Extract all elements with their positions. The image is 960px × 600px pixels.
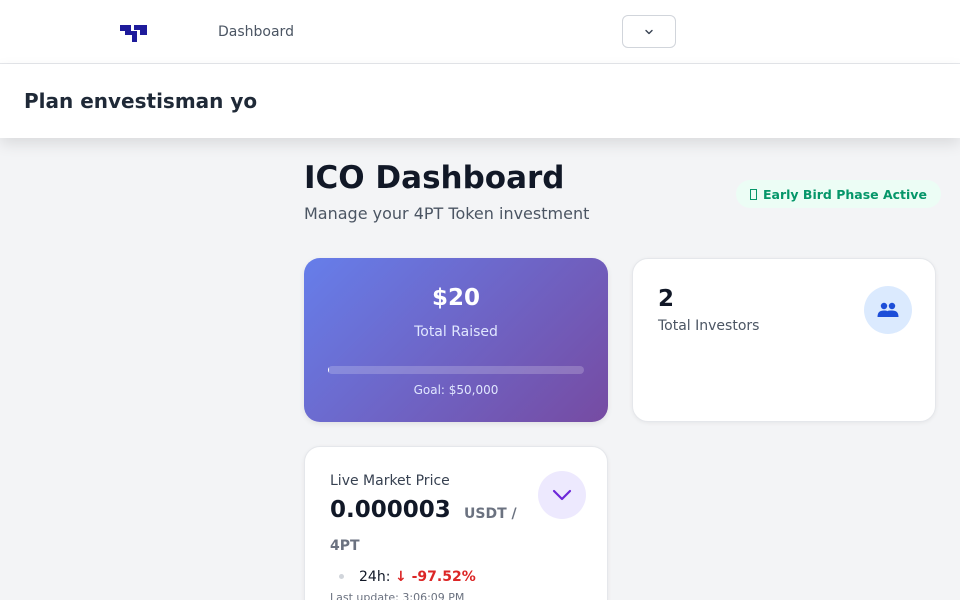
dashboard-subtitle: Manage your 4PT Token investment — [304, 204, 590, 223]
total-raised-card: $20 Total Raised Goal: $50,000 — [304, 258, 608, 422]
chevron-down-icon — [552, 489, 572, 501]
users-icon — [877, 302, 899, 317]
top-navbar: Dashboard — [0, 0, 960, 64]
last-update-time: Last update: 3:06:09 PM — [330, 591, 465, 600]
page-title: Plan envestisman yo — [24, 89, 258, 113]
funding-goal: Goal: $50,000 — [413, 383, 499, 397]
total-raised-label: Total Raised — [414, 324, 498, 340]
price-change-label: 24h: — [359, 569, 391, 585]
price-change-value: ↓ -97.52% — [395, 569, 476, 585]
total-investors-card: 2 Total Investors — [632, 258, 936, 422]
market-price-value: 0.000003 — [330, 497, 451, 523]
page-header: Plan envestisman yo — [0, 64, 960, 138]
funding-progress-fill — [328, 366, 329, 374]
investors-label: Total Investors — [658, 318, 760, 334]
bullet-dot — [339, 574, 344, 579]
funding-progress-bar — [328, 366, 584, 374]
investors-icon-badge — [864, 286, 912, 334]
nav-link-dashboard[interactable]: Dashboard — [218, 24, 294, 40]
chevron-down-icon — [645, 29, 653, 34]
dashboard-title: ICO Dashboard — [304, 160, 565, 196]
market-price-unit: USDT / — [464, 506, 517, 522]
phase-badge: Early Bird Phase Active — [736, 180, 941, 208]
dropdown-button[interactable] — [622, 15, 676, 48]
market-icon-badge[interactable] — [538, 471, 586, 519]
investors-count: 2 — [658, 286, 675, 312]
phase-badge-label: Early Bird Phase Active — [763, 186, 927, 202]
missing-glyph-icon — [750, 188, 757, 200]
total-raised-amount: $20 — [431, 285, 480, 311]
market-price-unit-token: 4PT — [330, 538, 360, 554]
live-market-price-card: Live Market Price 0.000003 USDT / 4PT 24… — [304, 446, 608, 600]
market-price-label: Live Market Price — [330, 473, 450, 489]
4pt-logo-icon[interactable] — [119, 22, 149, 44]
